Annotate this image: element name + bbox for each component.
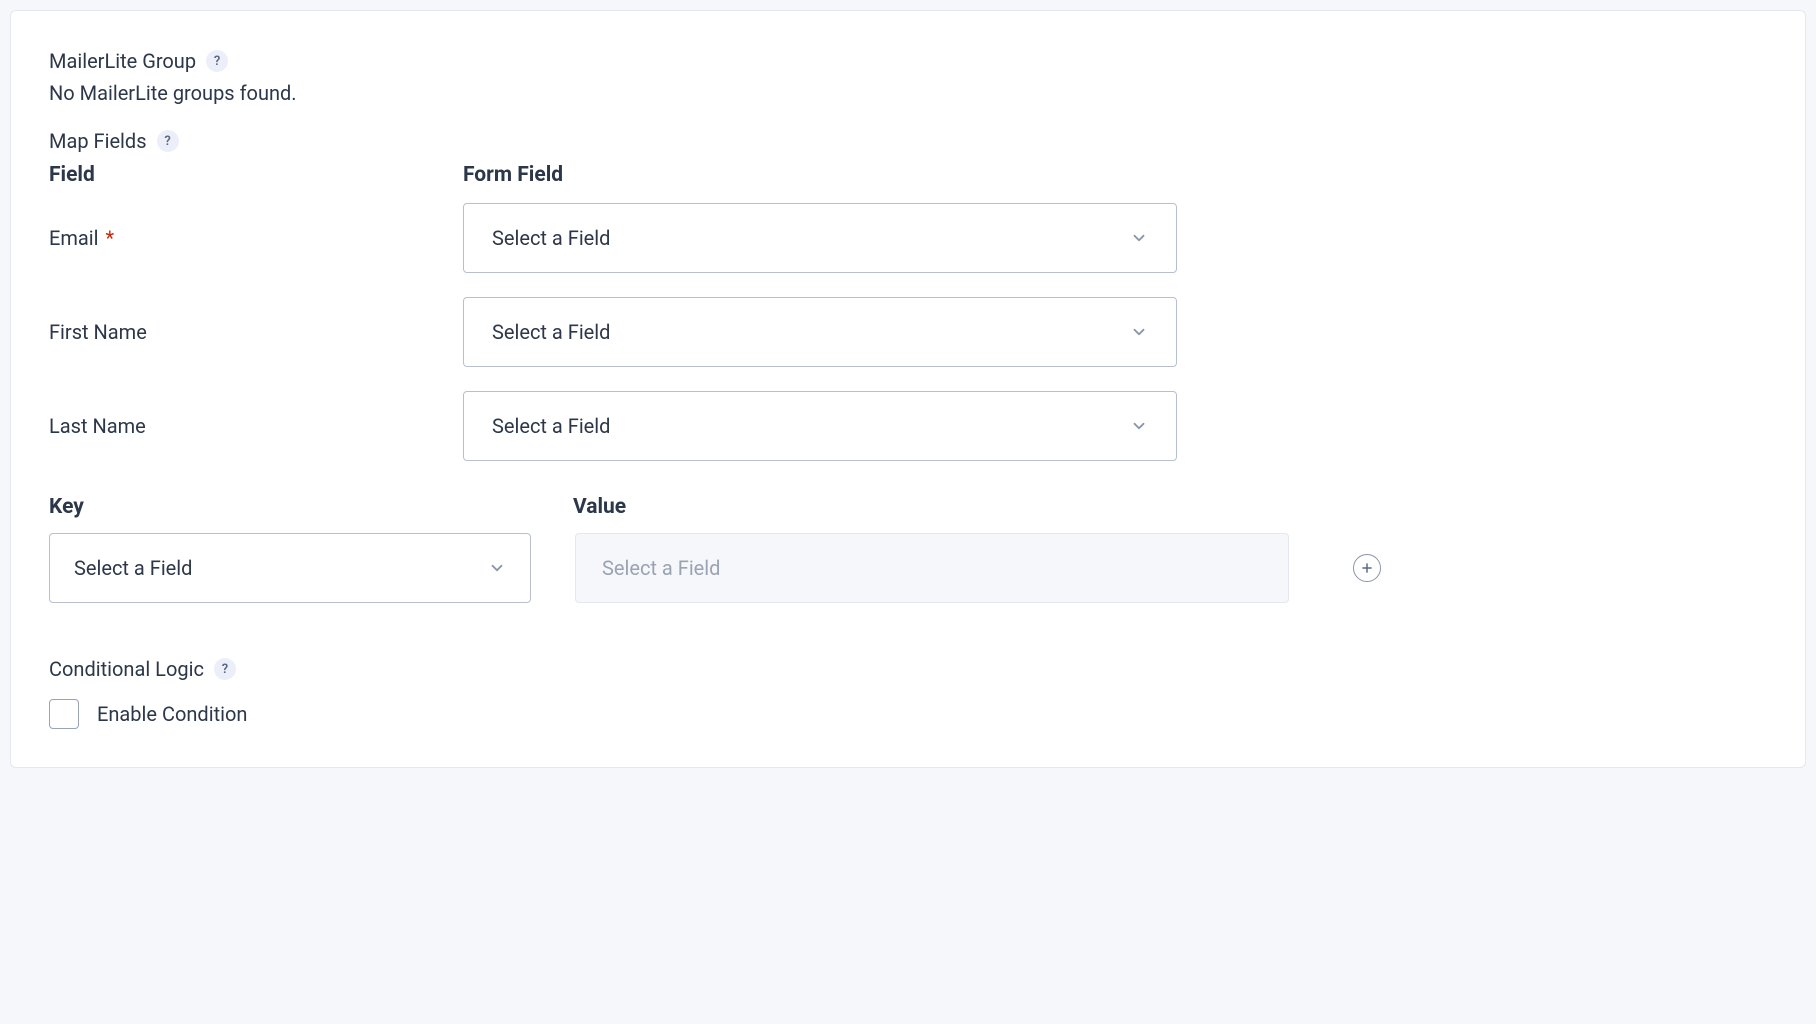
plus-icon <box>1360 561 1374 575</box>
value-input-placeholder: Select a Field <box>602 556 720 580</box>
required-marker: * <box>105 226 114 250</box>
map-row-last-name: Last Name Select a Field <box>49 391 1767 461</box>
chevron-down-icon <box>488 559 506 577</box>
field-label-email-text: Email <box>49 226 99 250</box>
map-row-first-name: First Name Select a Field <box>49 297 1767 367</box>
field-label-last-name-text: Last Name <box>49 414 146 438</box>
key-column-header: Key <box>49 495 573 519</box>
help-icon[interactable]: ? <box>206 50 228 72</box>
key-value-header: Key Value <box>49 495 1767 519</box>
enable-condition-checkbox[interactable] <box>49 699 79 729</box>
form-field-select-first-name[interactable]: Select a Field <box>463 297 1177 367</box>
settings-panel: MailerLite Group ? No MailerLite groups … <box>10 10 1806 768</box>
field-label-last-name: Last Name <box>49 414 463 438</box>
mailerlite-group-empty-text: No MailerLite groups found. <box>49 81 1767 105</box>
conditional-logic-label-row: Conditional Logic ? <box>49 657 1767 681</box>
chevron-down-icon <box>1130 417 1148 435</box>
select-value: Select a Field <box>492 226 610 250</box>
key-select[interactable]: Select a Field <box>49 533 531 603</box>
add-row-button[interactable] <box>1353 554 1381 582</box>
map-fields-label-row: Map Fields ? <box>49 129 1767 153</box>
value-input[interactable]: Select a Field <box>575 533 1289 603</box>
key-select-value: Select a Field <box>74 556 192 580</box>
conditional-logic-label: Conditional Logic <box>49 657 204 681</box>
chevron-down-icon <box>1130 229 1148 247</box>
enable-condition-label[interactable]: Enable Condition <box>97 702 247 726</box>
key-value-row: Select a Field Select a Field <box>49 533 1767 603</box>
help-icon[interactable]: ? <box>214 658 236 680</box>
mailerlite-group-label: MailerLite Group <box>49 49 196 73</box>
form-field-select-email[interactable]: Select a Field <box>463 203 1177 273</box>
chevron-down-icon <box>1130 323 1148 341</box>
field-label-first-name-text: First Name <box>49 320 147 344</box>
value-column-header: Value <box>573 495 1767 519</box>
key-value-section: Key Value Select a Field Select a Field <box>49 495 1767 603</box>
mailerlite-group-label-row: MailerLite Group ? <box>49 49 1767 73</box>
select-value: Select a Field <box>492 414 610 438</box>
select-value: Select a Field <box>492 320 610 344</box>
field-column-header: Field <box>49 163 463 187</box>
field-label-email: Email * <box>49 226 463 250</box>
map-fields-label: Map Fields <box>49 129 147 153</box>
map-row-email: Email * Select a Field <box>49 203 1767 273</box>
form-field-column-header: Form Field <box>463 163 1767 187</box>
form-field-select-last-name[interactable]: Select a Field <box>463 391 1177 461</box>
enable-condition-row: Enable Condition <box>49 699 1767 729</box>
map-fields-header: Field Form Field <box>49 163 1767 187</box>
conditional-logic-section: Conditional Logic ? Enable Condition <box>49 657 1767 729</box>
field-label-first-name: First Name <box>49 320 463 344</box>
help-icon[interactable]: ? <box>157 130 179 152</box>
